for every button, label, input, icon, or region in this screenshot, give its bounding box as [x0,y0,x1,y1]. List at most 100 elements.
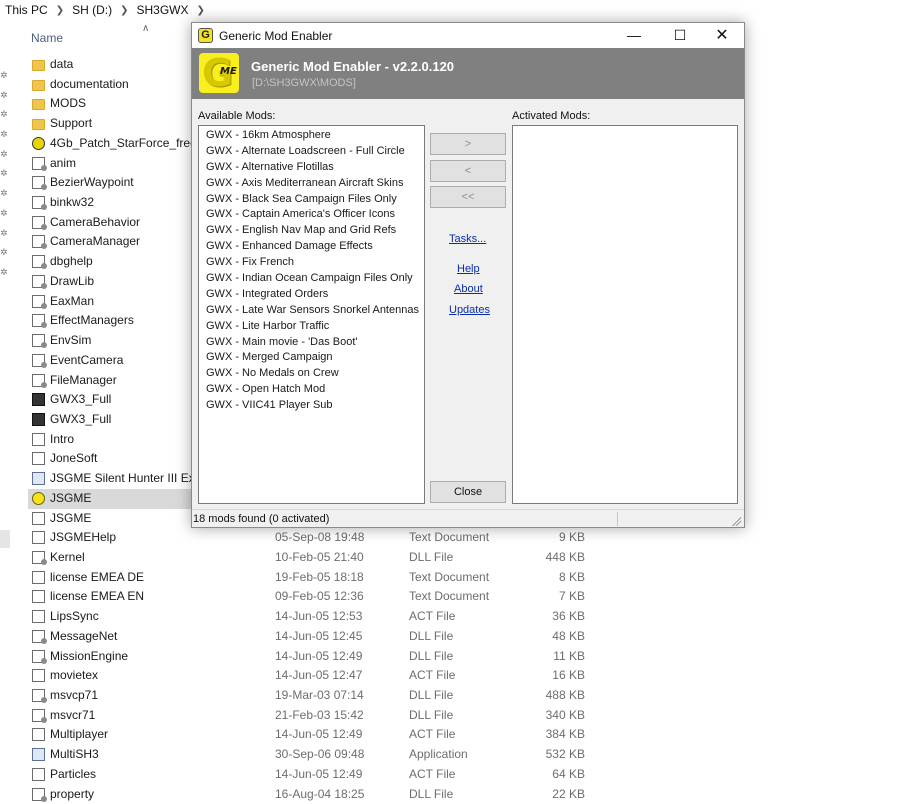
deactivate-all-button[interactable]: << [430,186,506,208]
pin-icon[interactable]: ✲ [0,164,12,184]
available-mod-item[interactable]: GWX - No Medals on Crew [199,366,424,382]
pin-icon[interactable]: ✲ [0,86,12,106]
file-row[interactable]: movietex 14-Jun-05 12:47 ACT File 16 KB [28,666,628,686]
dll-file-icon [32,196,47,211]
pin-icon[interactable]: ✲ [0,224,12,244]
file-row[interactable]: msvcr71 21-Feb-03 15:42 DLL File 340 KB [28,706,628,726]
pin-icon[interactable]: ✲ [0,66,12,86]
available-mod-item[interactable]: GWX - Alternative Flotillas [199,160,424,176]
file-row[interactable]: Particles 14-Jun-05 12:49 ACT File 64 KB [28,765,628,785]
available-mod-item[interactable]: GWX - Captain America's Officer Icons [199,207,424,223]
available-mod-item[interactable]: GWX - Black Sea Campaign Files Only [199,192,424,208]
app-icon: G [198,28,213,43]
file-row[interactable]: license EMEA EN 09-Feb-05 12:36 Text Docum… [28,587,628,607]
status-text: 18 mods found (0 activated) [193,513,330,525]
available-mod-item[interactable]: GWX - 16km Atmosphere [199,128,424,144]
available-mod-item[interactable]: GWX - Open Hatch Mod [199,382,424,398]
file-date: 30-Sep-06 09:48 [275,747,365,762]
file-name: Multiplayer [50,727,109,742]
dll-file-icon [32,708,47,723]
file-row[interactable]: property 16-Aug-04 18:25 DLL File 22 KB [28,785,628,804]
available-mod-item[interactable]: GWX - Axis Mediterranean Aircraft Skins [199,176,424,192]
file-row[interactable]: MissionEngine 14-Jun-05 12:49 DLL File 11 K… [28,647,628,667]
available-mod-item[interactable]: GWX - Lite Harbor Traffic [199,319,424,335]
about-link[interactable]: About [454,283,483,295]
available-mod-item[interactable]: GWX - VIIC41 Player Sub [199,398,424,414]
file-row[interactable]: MultiSH3 30-Sep-06 09:48 Application 532 KB [28,745,628,765]
minimize-icon[interactable]: — [612,23,656,48]
activate-mod-button[interactable]: > [430,133,506,155]
file-row[interactable]: JSGME [28,488,218,509]
file-date: 14-Jun-05 12:53 [275,609,363,624]
dll-file-icon [32,255,47,270]
file-date: 10-Feb-05 21:40 [275,549,364,564]
file-type: Text Document [409,530,490,545]
pin-icon[interactable]: ✲ [0,204,12,224]
file-row[interactable]: MessageNet 14-Jun-05 12:45 DLL File 48 KB [28,627,628,647]
help-link[interactable]: Help [457,263,480,275]
file-name: Intro [50,431,75,446]
available-mod-item[interactable]: GWX - Integrated Orders [199,287,424,303]
deactivate-mod-button[interactable]: < [430,160,506,182]
close-button[interactable]: Close [430,481,506,503]
document-icon [32,767,45,781]
available-mod-item[interactable]: GWX - Indian Ocean Campaign Files Only [199,271,424,287]
file-type: ACT File [409,766,456,781]
available-mods-list[interactable]: GWX - 16km Atmosphere GWX - Alternate Loa… [198,125,425,504]
document-icon [32,432,45,446]
available-mod-item[interactable]: GWX - Alternate Loadscreen - Full Circle [199,144,424,160]
breadcrumb-separator-icon: ❯ [196,4,205,16]
jsgme-icon [32,491,45,505]
file-row[interactable]: Kernel 10-Feb-05 21:40 DLL File 448 KB [28,548,628,568]
maximize-icon[interactable]: ☐ [658,23,702,48]
folder-icon [32,99,45,111]
file-date: 19-Mar-03 07:14 [275,688,364,702]
logo-subtext: ME [220,66,237,77]
tasks-link[interactable]: Tasks... [449,233,486,245]
dll-file-icon [32,274,47,289]
exe-icon [32,748,45,762]
file-name: Particles [50,766,97,781]
file-size: 16 KB [552,668,585,683]
gme-logo: G ME [199,51,239,95]
available-mod-item[interactable]: GWX - Main movie - 'Das Boot' [199,335,424,351]
available-mod-item[interactable]: GWX - Enhanced Damage Effects [199,239,424,255]
file-name: JSGME [50,510,92,525]
file-type: Text Document [409,589,490,604]
pin-icon[interactable]: ✲ [0,243,12,263]
pin-icon[interactable]: ✲ [0,105,12,125]
pin-icon[interactable]: ✲ [0,145,12,165]
file-name: GWX3_Full [50,392,112,407]
available-mod-item[interactable]: GWX - English Nav Map and Grid Refs [199,223,424,239]
file-row[interactable]: msvcp71 19-Mar-03 07:14 DLL File 488 KB [28,686,628,706]
available-mod-item[interactable]: GWX - Merged Campaign [199,350,424,366]
dialog-titlebar[interactable]: G Generic Mod Enabler — ☐ ✕ [192,23,744,48]
file-name: documentation [50,76,129,91]
pin-icon[interactable]: ✲ [0,184,12,204]
breadcrumb-drive[interactable]: SH (D:) [70,3,114,17]
breadcrumb-folder[interactable]: SH3GWX [134,3,190,17]
breadcrumb-separator-icon: ❯ [120,4,129,16]
activated-mods-list[interactable] [512,125,738,504]
updates-link[interactable]: Updates [449,304,490,316]
pin-icon[interactable]: ✲ [0,263,12,283]
address-breadcrumb[interactable]: This PC ❯ SH (D:) ❯ SH3GWX ❯ [0,0,911,20]
resize-grip-icon[interactable] [731,516,741,526]
file-name: JSGME Silent Hunter III Explo [50,471,211,486]
close-window-icon[interactable]: ✕ [700,23,744,48]
pin-icon[interactable]: ✲ [0,125,12,145]
file-row[interactable]: license EMEA DE 19-Feb-05 18:18 Text Docum… [28,568,628,588]
breadcrumb-this-pc[interactable]: This PC [3,3,50,17]
dll-file-icon [32,649,47,664]
shortcut-icon [32,472,45,486]
available-mod-item[interactable]: GWX - Fix French [199,255,424,271]
file-row[interactable]: LipsSync 14-Jun-05 12:53 ACT File 36 KB [28,607,628,627]
available-mod-item[interactable]: GWX - Late War Sensors Snorkel Antennas [199,303,424,319]
file-row[interactable]: JSGMEHelp 05-Sep-08 19:48 Text Document 9 K… [28,528,628,548]
file-name: anim [50,155,77,170]
file-type: Application [409,747,468,762]
mods-path: [D:\SH3GWX\MODS] [252,77,356,89]
nav-pane-selection[interactable] [0,530,10,548]
file-type: DLL File [409,707,454,722]
file-row[interactable]: Multiplayer 14-Jun-05 12:49 ACT File 384 KB [28,725,628,745]
